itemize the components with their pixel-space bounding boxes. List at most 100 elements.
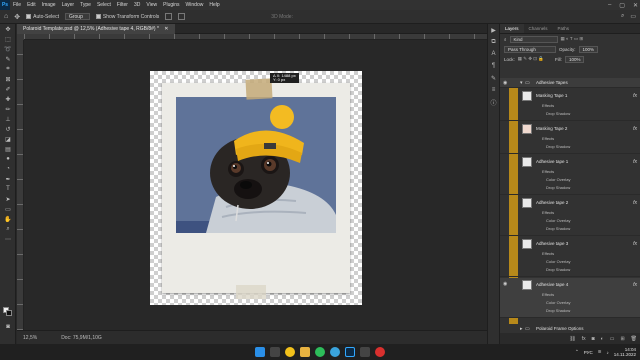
- background-color[interactable]: [6, 310, 12, 316]
- menu-window[interactable]: Window: [183, 2, 207, 8]
- info-icon[interactable]: ⓘ: [488, 96, 499, 108]
- history-brush-icon[interactable]: ↺: [0, 124, 16, 134]
- menu-image[interactable]: Image: [39, 2, 59, 8]
- language-indicator[interactable]: РУС: [584, 350, 593, 355]
- blur-tool-icon[interactable]: ●: [0, 154, 16, 164]
- menu-view[interactable]: View: [143, 2, 160, 8]
- move-tool-icon[interactable]: ✥: [14, 13, 20, 21]
- zoom-tool-icon[interactable]: ⌕: [0, 224, 16, 234]
- quick-select-tool-icon[interactable]: ✎: [0, 54, 16, 64]
- adjustment-icon[interactable]: ◐: [601, 336, 604, 342]
- doc-info[interactable]: Doc: 75,9M/1,10G: [61, 335, 102, 341]
- lock-icons[interactable]: ▦ ✎ ✥ ⊡ 🔒: [518, 56, 544, 62]
- crop-tool-icon[interactable]: ⌗: [0, 64, 16, 74]
- media-icon[interactable]: [360, 347, 370, 357]
- more-tools-icon[interactable]: ⋯: [0, 234, 16, 244]
- fx-icon[interactable]: fx: [633, 241, 637, 247]
- menu-plugins[interactable]: Plugins: [160, 2, 182, 8]
- healing-brush-icon[interactable]: ✚: [0, 94, 16, 104]
- eye-icon[interactable]: ◉: [503, 281, 509, 287]
- pug-photo[interactable]: [176, 97, 336, 233]
- home-icon[interactable]: ⌂: [4, 13, 8, 20]
- kind-filter[interactable]: Kind: [509, 35, 558, 43]
- layer-group[interactable]: ◉ ▾ ▭ Adhesive Tapes: [500, 78, 640, 88]
- pen-tool-icon[interactable]: ✒: [0, 174, 16, 184]
- marquee-tool-icon[interactable]: ⬚: [0, 34, 16, 44]
- close-icon[interactable]: ✕: [633, 2, 638, 9]
- record-icon[interactable]: [375, 347, 385, 357]
- character-icon[interactable]: A: [488, 48, 499, 60]
- chrome-icon[interactable]: [285, 347, 295, 357]
- expand-icon[interactable]: ▸: [520, 326, 523, 332]
- whatsapp-icon[interactable]: [315, 347, 325, 357]
- blend-mode-dropdown[interactable]: Pass Through: [504, 45, 556, 53]
- clock[interactable]: 14:04 14.11.2022: [614, 347, 636, 357]
- tab-layers[interactable]: Layers: [500, 24, 524, 33]
- fx-icon[interactable]: fx: [633, 159, 637, 165]
- hand-tool-icon[interactable]: ✋: [0, 214, 16, 224]
- layer-group-bottom[interactable]: ▸ ▭ Polaroid Frame Options: [500, 324, 640, 334]
- artboard[interactable]: Δ X: 1488 px Y: 0 px: [150, 71, 362, 305]
- minimize-icon[interactable]: –: [608, 2, 611, 8]
- eraser-tool-icon[interactable]: ◪: [0, 134, 16, 144]
- new-layer-icon[interactable]: ⊞: [620, 336, 624, 342]
- opacity-input[interactable]: 100%: [578, 45, 599, 53]
- dodge-tool-icon[interactable]: ◔: [0, 164, 16, 174]
- layer-row[interactable]: Adhesive tape 2 fx Effects Color Overlay…: [500, 196, 640, 236]
- align-icon[interactable]: [165, 13, 173, 20]
- adjust-icon[interactable]: ⧉: [488, 36, 499, 48]
- tray-expand-icon[interactable]: ⌃: [575, 349, 579, 355]
- auto-select-checkbox[interactable]: Auto-Select: [26, 14, 59, 20]
- brush-tool-icon[interactable]: ✏: [0, 104, 16, 114]
- show-transform-checkbox[interactable]: Show Transform Controls: [95, 14, 159, 20]
- tab-channels[interactable]: Channels: [524, 24, 553, 33]
- tab-paths[interactable]: Paths: [553, 24, 575, 33]
- fx-add-icon[interactable]: fx: [582, 336, 586, 342]
- menu-type[interactable]: Type: [77, 2, 94, 8]
- menu-select[interactable]: Select: [94, 2, 114, 8]
- search-icon[interactable]: [270, 347, 280, 357]
- zoom-level[interactable]: 12,5%: [23, 335, 37, 341]
- path-select-icon[interactable]: ➤: [0, 194, 16, 204]
- shape-tool-icon[interactable]: ▭: [0, 204, 16, 214]
- fx-icon[interactable]: fx: [633, 282, 637, 288]
- clone-stamp-icon[interactable]: ⊥: [0, 114, 16, 124]
- search-icon[interactable]: ⌕: [621, 13, 624, 20]
- layer-row-selected[interactable]: ◉ Adhesive tape 4 fx Effects Color Overl…: [500, 278, 640, 318]
- fx-icon[interactable]: fx: [633, 93, 637, 99]
- trash-icon[interactable]: 🗑: [631, 336, 637, 342]
- distribute-icon[interactable]: [178, 13, 186, 20]
- gradient-tool-icon[interactable]: ▤: [0, 144, 16, 154]
- layer-row[interactable]: Masking Tape 1 fx Effects Drop Shadow: [500, 89, 640, 121]
- auto-select-dropdown[interactable]: Group: [64, 13, 90, 20]
- menu-help[interactable]: Help: [206, 2, 222, 8]
- photoshop-logo[interactable]: Ps: [0, 0, 10, 10]
- properties-icon[interactable]: ≡: [488, 84, 499, 96]
- canvas-area[interactable]: Δ X: 1488 px Y: 0 px: [24, 41, 487, 330]
- adhesive-tape-bottom[interactable]: [236, 285, 266, 299]
- new-group-icon[interactable]: ▭: [610, 336, 615, 342]
- brush-settings-icon[interactable]: ✎: [488, 72, 499, 84]
- filter-icons[interactable]: ▦ ◐ T ▭ ⊞: [561, 36, 584, 42]
- lasso-tool-icon[interactable]: ➰: [0, 44, 16, 54]
- layer-row[interactable]: Adhesive tape 1 fx Effects Color Overlay…: [500, 155, 640, 195]
- volume-icon[interactable]: ♪: [607, 350, 609, 355]
- layer-row[interactable]: Masking Tape 2 fx Effects Drop Shadow: [500, 122, 640, 154]
- maximize-icon[interactable]: ▢: [619, 2, 625, 9]
- document-tab[interactable]: Polaroid Template.psd @ 12,5% (Adhesive …: [17, 24, 175, 34]
- polaroid-frame[interactable]: Δ X: 1488 px Y: 0 px: [162, 73, 350, 299]
- color-swatches[interactable]: [3, 307, 13, 317]
- link-icon[interactable]: ⛓: [569, 336, 575, 342]
- quick-mask-icon[interactable]: ◙: [0, 322, 16, 332]
- paragraph-icon[interactable]: ¶: [488, 60, 499, 72]
- menu-edit[interactable]: Edit: [24, 2, 39, 8]
- menu-layer[interactable]: Layer: [59, 2, 78, 8]
- menu-3d[interactable]: 3D: [131, 2, 143, 8]
- fx-icon[interactable]: fx: [633, 200, 637, 206]
- windows-start-icon[interactable]: [255, 347, 265, 357]
- menu-filter[interactable]: Filter: [114, 2, 131, 8]
- move-tool-icon[interactable]: ✥: [0, 24, 16, 34]
- explorer-icon[interactable]: [300, 347, 310, 357]
- workspace-icon[interactable]: ▭: [630, 13, 636, 20]
- expand-icon[interactable]: ▾: [520, 80, 523, 86]
